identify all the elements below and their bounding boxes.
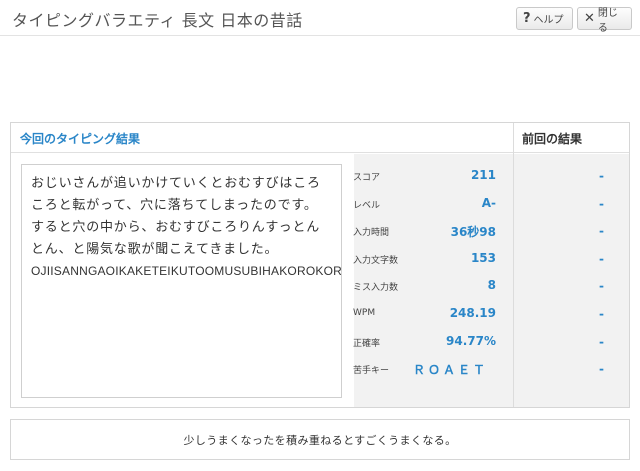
passage-japanese: おじいさんが追いかけていくとおむすびはころころと転がって、穴に落ちてしまったので…: [31, 176, 321, 257]
dialog-title: タイピングバラエティ 長文 日本の昔話: [12, 11, 303, 30]
previous-stat-row: -: [503, 162, 618, 190]
stat-label: 入力文字数: [353, 256, 399, 266]
passage-box: おじいさんが追いかけていくとおむすびはころころと転がって、穴に落ちてしまったので…: [21, 164, 342, 398]
previous-results-title: 前回の結果: [522, 132, 583, 146]
stat-label: レベル: [353, 201, 381, 211]
close-button-label: 閉じる: [597, 7, 618, 34]
question-icon: ?: [523, 11, 531, 26]
stat-value: ＲＯＡＥＴ: [412, 363, 488, 377]
stat-label: スコア: [353, 173, 381, 183]
previous-stat-row: -: [503, 217, 618, 245]
stat-value: 36秒98: [450, 225, 496, 239]
stat-value: 211: [470, 168, 496, 182]
stat-value: 153: [470, 251, 496, 265]
previous-stat-row: -: [503, 355, 618, 383]
stat-row: スコア 211: [343, 162, 502, 190]
stat-value: A-: [481, 196, 496, 210]
close-button[interactable]: ✕ 閉じる: [577, 7, 632, 34]
previous-stat-row: -: [503, 300, 618, 328]
dialog-header: タイピングバラエティ 長文 日本の昔話 ? ヘルプ ✕ 閉じる: [0, 0, 640, 36]
stat-row: WPM 248.19: [343, 300, 502, 328]
previous-stat-value: -: [599, 307, 604, 321]
stat-row: 入力時間 36秒98: [343, 217, 502, 245]
previous-stat-value: -: [599, 252, 604, 266]
previous-stat-row: -: [503, 272, 618, 300]
stat-row: ミス入力数 8: [343, 272, 502, 300]
stat-label: ミス入力数: [353, 283, 399, 293]
stat-label: 入力時間: [353, 228, 390, 238]
stat-value: 248.19: [449, 306, 496, 320]
romaji-segment: OJIISANNGAOIKAKETEIKUTOOMUSUBIHAKOROKORO: [31, 264, 342, 278]
stat-label: 正確率: [353, 339, 381, 349]
stat-value: 8: [487, 278, 496, 292]
previous-stat-value: -: [599, 335, 604, 349]
close-icon: ✕: [584, 11, 595, 26]
stat-row: 正確率 94.77%: [343, 328, 502, 356]
previous-stat-row: -: [503, 328, 618, 356]
stat-value: 94.77%: [446, 334, 496, 348]
previous-stat-value: -: [599, 169, 604, 183]
previous-stat-row: -: [503, 190, 618, 218]
help-button-label: ヘルプ: [533, 15, 564, 26]
results-panel-header: 今回のタイピング結果 前回の結果: [11, 123, 629, 153]
help-button[interactable]: ? ヘルプ: [516, 7, 573, 30]
previous-stat-value: -: [599, 279, 604, 293]
stat-row: 入力文字数 153: [343, 245, 502, 273]
stat-row: レベル A-: [343, 190, 502, 218]
stat-label: 苦手キー: [353, 366, 390, 376]
stat-row: 苦手キー ＲＯＡＥＴ: [343, 355, 502, 383]
previous-stat-value: -: [599, 197, 604, 211]
advice-message: 少しうまくなったを積み重ねるとすごくうまくなる。: [10, 419, 630, 460]
previous-stat-value: -: [599, 224, 604, 238]
previous-stat-value: -: [599, 362, 604, 376]
passage-romaji: OJIISANNGAOIKAKETEIKUTOOMUSUBIHAKOROKORO…: [31, 261, 341, 283]
stat-label: WPM: [353, 308, 376, 318]
previous-stat-row: -: [503, 245, 618, 273]
current-results-title: 今回のタイピング結果: [20, 132, 141, 146]
